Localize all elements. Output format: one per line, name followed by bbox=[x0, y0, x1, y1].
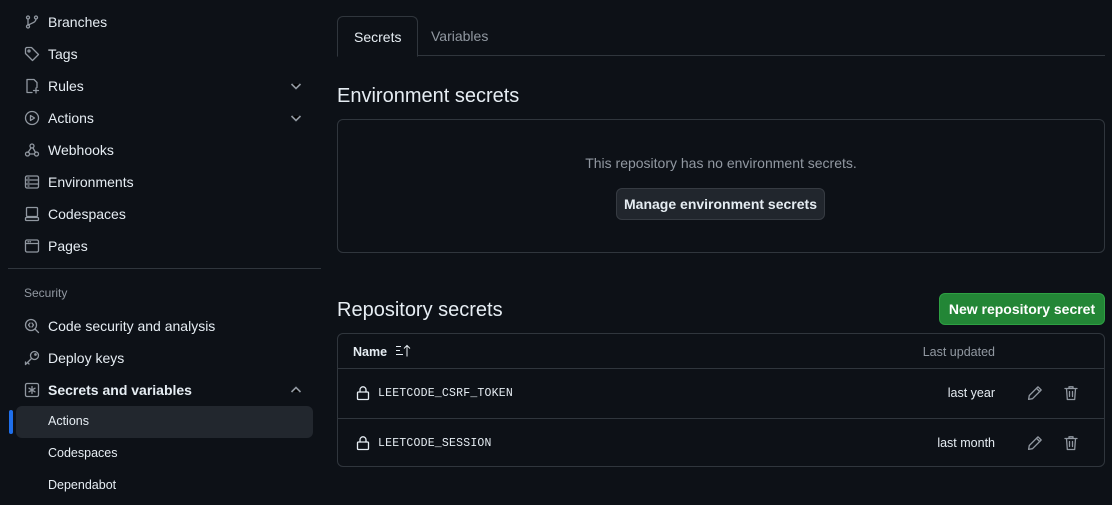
webhook-icon bbox=[24, 142, 40, 158]
lock-icon bbox=[355, 385, 371, 401]
sidebar-item-branches[interactable]: Branches bbox=[16, 6, 313, 38]
sidebar-item-label: Rules bbox=[48, 78, 84, 94]
repository-secrets-table: Name Last updated LEETCODE_CSRF_TOKEN la… bbox=[337, 333, 1105, 467]
sidebar-item-label: Webhooks bbox=[48, 142, 114, 158]
secret-last-updated: last month bbox=[937, 436, 995, 450]
security-section-heading: Security bbox=[24, 286, 68, 300]
environment-secrets-box: This repository has no environment secre… bbox=[337, 119, 1105, 253]
sidebar-subitem-codespaces[interactable]: Codespaces bbox=[16, 438, 313, 470]
git-branch-icon bbox=[24, 14, 40, 30]
sidebar-item-label: Secrets and variables bbox=[48, 382, 192, 398]
key-icon bbox=[24, 350, 40, 366]
table-row: LEETCODE_CSRF_TOKEN last year bbox=[338, 369, 1104, 418]
browser-icon bbox=[24, 238, 40, 254]
sidebar-item-label: Environments bbox=[48, 174, 134, 190]
table-header: Name Last updated bbox=[338, 334, 1104, 369]
secret-name: LEETCODE_SESSION bbox=[378, 437, 492, 450]
tag-icon bbox=[24, 46, 40, 62]
sidebar-item-pages[interactable]: Pages bbox=[16, 230, 313, 262]
lock-icon bbox=[355, 435, 371, 451]
sidebar-subitem-label: Dependabot bbox=[48, 478, 117, 492]
chevron-down-icon[interactable] bbox=[289, 111, 303, 128]
sidebar-item-environments[interactable]: Environments bbox=[16, 166, 313, 198]
secrets-tabs: Secrets Variables bbox=[337, 16, 1105, 57]
secret-name: LEETCODE_CSRF_TOKEN bbox=[378, 387, 513, 400]
chevron-down-icon[interactable] bbox=[289, 79, 303, 96]
table-row: LEETCODE_SESSION last month bbox=[338, 419, 1104, 468]
sidebar-subitem-dependabot[interactable]: Dependabot bbox=[16, 470, 313, 502]
tab-variables[interactable]: Variables bbox=[415, 16, 504, 56]
repository-secrets-title: Repository secrets bbox=[337, 299, 503, 321]
codescan-icon bbox=[24, 318, 40, 334]
asterisk-icon bbox=[24, 382, 40, 398]
secret-last-updated: last year bbox=[947, 386, 995, 400]
chevron-up-icon[interactable] bbox=[289, 383, 303, 400]
sidebar-item-label: Branches bbox=[48, 14, 108, 30]
manage-environment-secrets-button[interactable]: Manage environment secrets bbox=[616, 188, 825, 220]
sidebar-item-label: Code security and analysis bbox=[48, 318, 216, 334]
server-icon bbox=[24, 174, 40, 190]
active-item-marker bbox=[9, 410, 13, 434]
play-icon bbox=[24, 110, 40, 126]
empty-state-text: This repository has no environment secre… bbox=[585, 155, 857, 171]
column-header-last-updated: Last updated bbox=[922, 345, 995, 359]
environment-secrets-title: Environment secrets bbox=[337, 85, 520, 107]
sidebar-item-label: Codespaces bbox=[48, 206, 126, 222]
sidebar-item-rules[interactable]: Rules bbox=[16, 70, 313, 102]
sidebar-item-actions[interactable]: Actions bbox=[16, 102, 313, 134]
sidebar-item-label: Deploy keys bbox=[48, 350, 125, 366]
column-header-name[interactable]: Name bbox=[353, 345, 387, 359]
trash-icon[interactable] bbox=[1063, 435, 1079, 451]
sidebar-item-secrets-and-variables[interactable]: Secrets and variables bbox=[16, 374, 313, 406]
sidebar-item-code-security[interactable]: Code security and analysis bbox=[16, 310, 313, 342]
trash-icon[interactable] bbox=[1063, 385, 1079, 401]
sidebar-subitem-label: Codespaces bbox=[48, 446, 118, 460]
sidebar-item-label: Actions bbox=[48, 110, 94, 126]
sidebar-item-deploy-keys[interactable]: Deploy keys bbox=[16, 342, 313, 374]
sidebar-item-label: Pages bbox=[48, 238, 88, 254]
pencil-icon[interactable] bbox=[1027, 385, 1043, 401]
pencil-icon[interactable] bbox=[1027, 435, 1043, 451]
sidebar-divider bbox=[8, 268, 321, 269]
sort-ascending-icon[interactable] bbox=[395, 344, 411, 361]
sidebar-item-label: Tags bbox=[48, 46, 78, 62]
codespaces-icon bbox=[24, 206, 40, 222]
sidebar-item-webhooks[interactable]: Webhooks bbox=[16, 134, 313, 166]
sidebar-subitem-actions[interactable]: Actions bbox=[16, 406, 313, 438]
sidebar-item-tags[interactable]: Tags bbox=[16, 38, 313, 70]
new-repository-secret-button[interactable]: New repository secret bbox=[939, 293, 1105, 325]
settings-sidebar: Branches Tags Rules Actions Webhooks Env… bbox=[0, 0, 322, 505]
tab-secrets[interactable]: Secrets bbox=[337, 16, 419, 57]
rules-icon bbox=[24, 78, 40, 94]
sidebar-subitem-label: Actions bbox=[48, 414, 89, 428]
sidebar-item-codespaces[interactable]: Codespaces bbox=[16, 198, 313, 230]
